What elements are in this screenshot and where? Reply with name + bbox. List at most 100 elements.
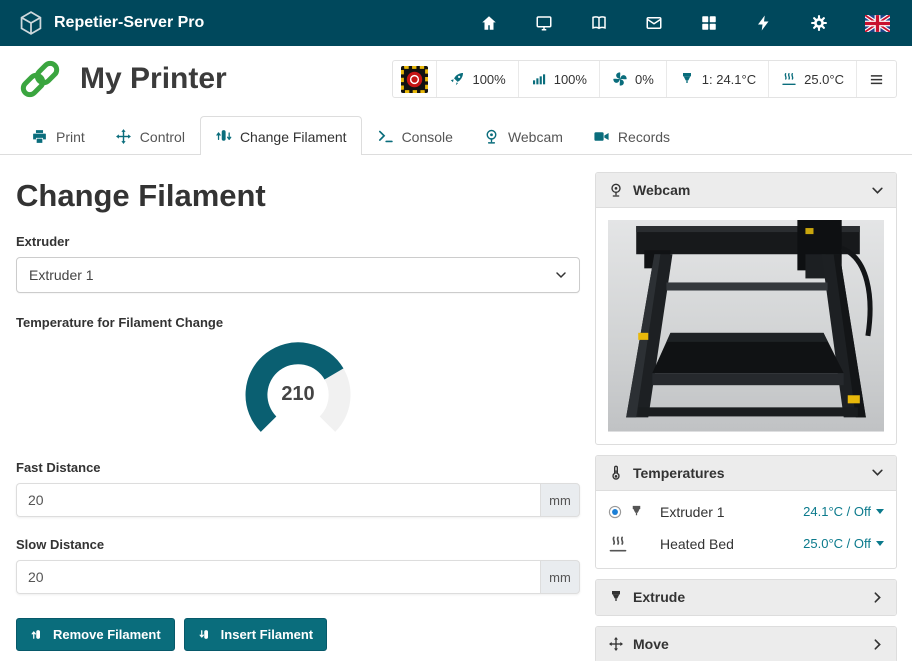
fast-distance-group: mm xyxy=(16,483,580,517)
fan-status[interactable]: 0% xyxy=(599,61,666,97)
tab-webcam-label: Webcam xyxy=(508,129,563,145)
power-bolt-icon[interactable] xyxy=(755,14,773,32)
fast-distance-label: Fast Distance xyxy=(16,460,580,475)
print-icon xyxy=(31,128,48,145)
temperatures-panel: Temperatures Extruder 1 24.1°C / Off xyxy=(595,455,897,569)
slow-distance-unit: mm xyxy=(540,560,580,594)
temperatures-list: Extruder 1 24.1°C / Off Heated Bed 25.0°… xyxy=(596,491,896,568)
temp-row-extruder: Extruder 1 24.1°C / Off xyxy=(608,496,884,528)
extrude-panel-header[interactable]: Extrude xyxy=(596,580,896,615)
extruder-select[interactable]: Extruder 1 xyxy=(16,257,580,293)
remove-filament-button[interactable]: Remove Filament xyxy=(16,618,175,651)
fast-distance-unit: mm xyxy=(540,483,580,517)
filament-actions: Remove Filament Insert Filament xyxy=(16,618,580,651)
tab-control[interactable]: Control xyxy=(100,116,200,155)
fan-icon xyxy=(612,71,628,87)
chevron-down-icon xyxy=(871,184,884,197)
speed-rocket-icon xyxy=(449,71,465,87)
insert-filament-button[interactable]: Insert Filament xyxy=(184,618,327,651)
caret-down-icon xyxy=(876,509,884,514)
extruder-temp-value: 1: 24.1°C xyxy=(702,72,756,87)
tab-webcam[interactable]: Webcam xyxy=(468,116,578,155)
page-title: My Printer xyxy=(80,62,227,96)
webcam-icon xyxy=(483,128,500,145)
radio-selected-icon[interactable] xyxy=(608,505,622,519)
hamburger-menu-icon xyxy=(869,72,884,87)
repetier-logo-icon xyxy=(18,10,44,36)
webcam-icon xyxy=(608,182,624,198)
tab-control-label: Control xyxy=(140,129,185,145)
slow-distance-label: Slow Distance xyxy=(16,537,580,552)
mail-icon[interactable] xyxy=(645,14,663,32)
fast-distance-input[interactable] xyxy=(16,483,540,517)
temperature-gauge-knob[interactable]: 210 xyxy=(236,340,360,444)
section-title: Change Filament xyxy=(16,178,580,214)
webcam-panel-title: Webcam xyxy=(633,182,690,198)
insert-filament-label: Insert Filament xyxy=(221,627,313,642)
move-arrows-icon xyxy=(115,128,132,145)
temp-row-extruder-icons xyxy=(608,504,660,519)
emergency-stop-button[interactable] xyxy=(393,61,436,97)
tab-print-label: Print xyxy=(56,129,85,145)
caret-down-icon xyxy=(876,541,884,546)
extruder-temp-status[interactable]: 1: 24.1°C xyxy=(666,61,768,97)
extrude-panel: Extrude xyxy=(595,579,897,616)
tab-change-filament-label: Change Filament xyxy=(240,129,347,145)
extrude-panel-title: Extrude xyxy=(633,589,685,605)
thermometer-icon xyxy=(608,465,624,481)
book-icon[interactable] xyxy=(590,14,608,32)
nozzle-icon xyxy=(608,589,624,605)
home-icon[interactable] xyxy=(480,14,498,32)
temperature-gauge-value: 210 xyxy=(236,340,360,444)
move-arrows-icon xyxy=(608,636,624,652)
filament-up-icon xyxy=(30,627,45,642)
temperature-label: Temperature for Filament Change xyxy=(16,315,580,330)
console-icon xyxy=(377,128,394,145)
navbar-icons xyxy=(480,14,894,32)
chevron-down-icon xyxy=(555,269,567,281)
nozzle-icon xyxy=(629,504,644,519)
side-panels: Webcam xyxy=(595,172,897,661)
flow-status[interactable]: 100% xyxy=(518,61,599,97)
extruder-label: Extruder xyxy=(16,234,580,249)
tab-console-label: Console xyxy=(402,129,453,145)
main-content: Change Filament Extruder Extruder 1 Temp… xyxy=(0,155,912,661)
temperatures-panel-title: Temperatures xyxy=(633,465,725,481)
language-flag-icon[interactable] xyxy=(865,15,890,32)
webcam-panel-header[interactable]: Webcam xyxy=(596,173,896,208)
temperature-gauge-wrap: 210 xyxy=(16,340,580,444)
printer-tabs: Print Control Change Filament Console We… xyxy=(0,112,912,155)
gear-icon[interactable] xyxy=(810,14,828,32)
all-printers-grid-icon[interactable] xyxy=(700,14,718,32)
move-panel-title: Move xyxy=(633,636,669,652)
temp-row-extruder-value[interactable]: 24.1°C / Off xyxy=(803,504,884,519)
temp-row-bed: Heated Bed 25.0°C / Off xyxy=(608,528,884,560)
heated-bed-icon xyxy=(608,534,628,554)
tab-console[interactable]: Console xyxy=(362,116,468,155)
tab-records-label: Records xyxy=(618,129,670,145)
temp-bed-reading: 25.0°C / Off xyxy=(803,536,871,551)
tab-change-filament[interactable]: Change Filament xyxy=(200,116,362,155)
tab-print[interactable]: Print xyxy=(16,116,100,155)
tab-records[interactable]: Records xyxy=(578,116,685,155)
fan-value: 0% xyxy=(635,72,654,87)
flow-bars-icon xyxy=(531,71,547,87)
printer-dashboard-icon[interactable] xyxy=(535,14,553,32)
webcam-panel: Webcam xyxy=(595,172,897,445)
temp-row-bed-name: Heated Bed xyxy=(660,536,734,552)
webcam-image xyxy=(608,220,884,432)
speed-status[interactable]: 100% xyxy=(436,61,517,97)
filament-change-icon xyxy=(215,128,232,145)
remove-filament-label: Remove Filament xyxy=(53,627,161,642)
temp-row-bed-value[interactable]: 25.0°C / Off xyxy=(803,536,884,551)
temperatures-panel-header[interactable]: Temperatures xyxy=(596,456,896,491)
slow-distance-input[interactable] xyxy=(16,560,540,594)
move-panel: Move xyxy=(595,626,897,661)
printer-menu-button[interactable] xyxy=(856,61,896,97)
app-title: Repetier-Server Pro xyxy=(54,14,204,32)
slow-distance-group: mm xyxy=(16,560,580,594)
printer-status-bar: 100% 100% 0% 1: 24.1°C 25.0°C xyxy=(392,60,897,98)
bed-temp-status[interactable]: 25.0°C xyxy=(768,61,856,97)
move-panel-header[interactable]: Move xyxy=(596,627,896,661)
nozzle-icon xyxy=(679,71,695,87)
